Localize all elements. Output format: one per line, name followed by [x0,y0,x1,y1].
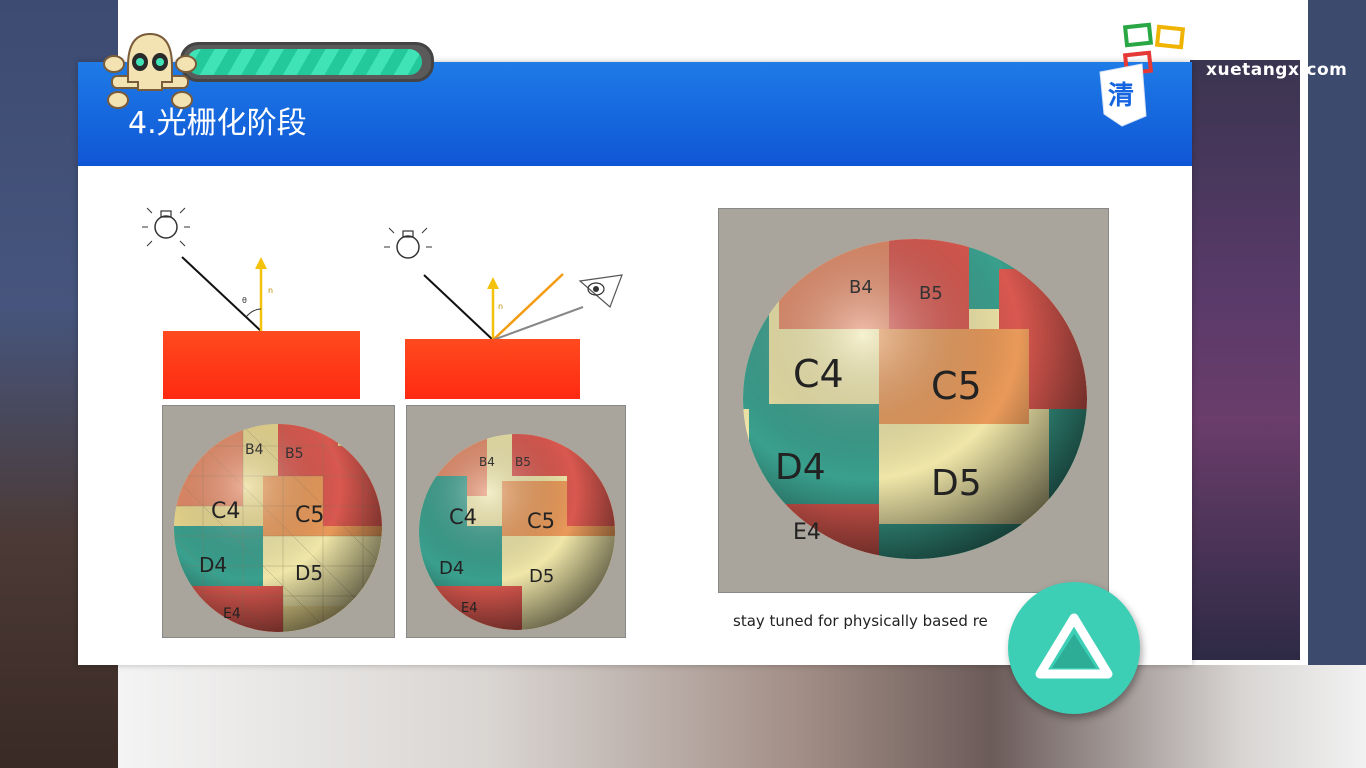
surface-block-left [163,331,360,399]
normal-label: n [498,302,503,311]
tile-label: C5 [527,509,555,533]
health-bar-overlay [100,24,440,114]
tile-label: E4 [793,520,821,545]
slide: 4.光栅化阶段 n θ n B4 B5 C4 C5 D4 D5 E4 B4 B5… [78,62,1192,665]
tile-label: D5 [529,566,554,587]
skull-icon [103,32,197,109]
tile-label: E4 [461,601,478,616]
tile-label: C4 [793,352,844,396]
tile-label: C4 [211,499,240,524]
diffuse-diagram: n θ [142,207,273,332]
light-bulb-icon [384,227,432,259]
specular-diagram: n [384,227,623,341]
tile-label: B4 [479,455,495,469]
light-bulb-icon [142,207,190,247]
health-bar-fill [187,49,423,75]
xuetangx-logo: 清 [1099,22,1186,127]
tile-label: C5 [931,364,982,408]
normal-label: n [268,286,273,295]
tile-label: D5 [931,463,982,504]
tile-label: D4 [775,447,826,488]
eye-icon [578,274,623,309]
triangle-play-icon [1035,613,1113,679]
tile-label: D4 [199,553,227,577]
surface-block-right [405,339,580,399]
tile-label: B4 [849,277,873,298]
background-bottom-art [118,665,1366,768]
svg-text:清: 清 [1108,81,1134,111]
tile-label: C5 [295,503,324,528]
sphere-render-large: B4 B5 C4 C5 D4 D5 E4 [718,208,1109,593]
tile-label: B5 [285,446,304,462]
tile-label: C4 [449,505,477,529]
slide-caption: stay tuned for physically based re [733,612,988,630]
tile-label: B5 [515,455,531,469]
sphere-render-smooth: B4 B5 C4 C5 D4 D5 E4 [406,405,626,638]
play-button[interactable] [1008,582,1140,714]
tile-label: D4 [439,558,464,579]
tile-label: B4 [245,442,264,458]
angle-label: θ [242,296,247,305]
sphere-render-wireframe: B4 B5 C4 C5 D4 D5 E4 [162,405,395,638]
brand-site: xuetangx.com [1206,60,1348,80]
tile-label: D5 [295,561,323,585]
health-bar [180,42,434,82]
tile-label: E4 [223,606,241,622]
tile-label: B5 [919,283,943,304]
background-right-art [1190,60,1300,660]
